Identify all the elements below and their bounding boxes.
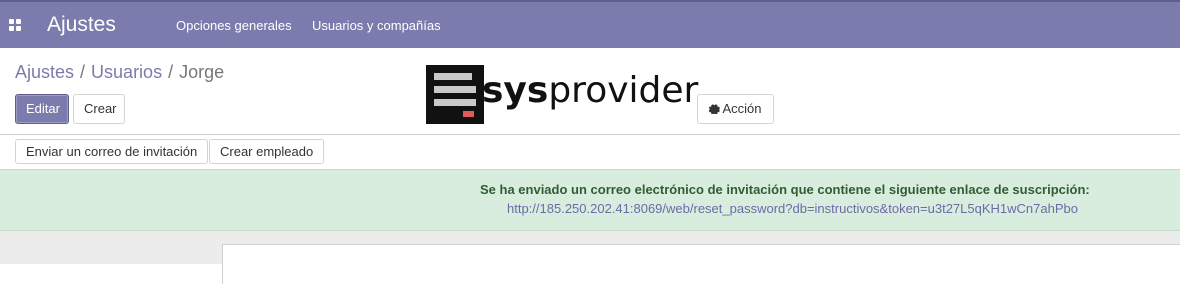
app-title[interactable]: Ajustes	[47, 13, 116, 37]
alert-message: Se ha enviado un correo electrónico de i…	[480, 182, 1090, 197]
create-button[interactable]: Crear	[73, 94, 125, 124]
menu-general-settings[interactable]: Opciones generales	[176, 18, 292, 33]
breadcrumb-separator: /	[80, 62, 86, 82]
apps-grid-icon[interactable]	[9, 19, 21, 31]
breadcrumb-current: Jorge	[179, 62, 225, 82]
breadcrumb-settings[interactable]: Ajustes	[15, 62, 74, 82]
create-employee-button[interactable]: Crear empleado	[209, 139, 325, 164]
form-sheet	[222, 244, 1180, 284]
logo-text: sysprovider	[482, 70, 699, 111]
action-label: Acción	[722, 101, 762, 116]
success-alert: Se ha enviado un correo electrónico de i…	[0, 169, 1180, 231]
signup-link[interactable]: http://185.250.202.41:8069/web/reset_pas…	[507, 201, 1078, 216]
breadcrumb: Ajustes / Usuarios / Jorge	[15, 62, 224, 83]
form-content-area	[0, 231, 1180, 284]
menu-users-companies[interactable]: Usuarios y compañías	[312, 18, 441, 33]
breadcrumb-separator: /	[168, 62, 174, 82]
breadcrumb-users[interactable]: Usuarios	[91, 62, 162, 82]
gear-icon	[709, 104, 721, 115]
edit-button[interactable]: Editar	[15, 94, 69, 124]
form-statusbar: Enviar un correo de invitación Crear emp…	[0, 135, 1180, 169]
send-invitation-button[interactable]: Enviar un correo de invitación	[15, 139, 209, 164]
control-panel: Ajustes / Usuarios / Jorge Editar Crear sysp…	[0, 48, 1180, 135]
logo-mark	[426, 65, 484, 124]
top-navbar: Ajustes Opciones generales Usuarios y co…	[0, 0, 1180, 48]
action-dropdown-button[interactable]: Acción	[697, 94, 774, 124]
